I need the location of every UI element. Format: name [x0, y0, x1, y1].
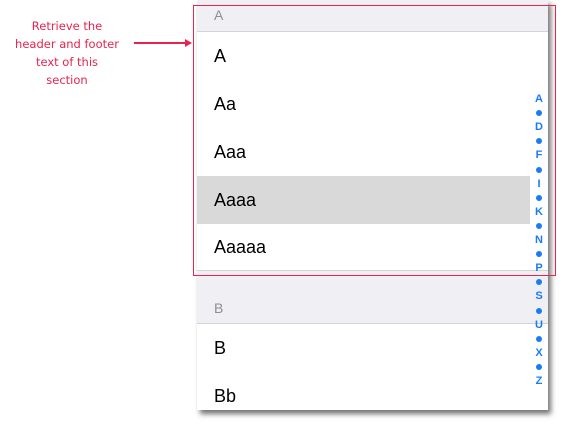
section-index[interactable]: ADF IKNPS UXZ — [531, 92, 547, 388]
section-footer-a — [197, 270, 548, 291]
table-row[interactable]: Aaaaa — [197, 224, 530, 270]
index-letter[interactable]: K — [535, 205, 543, 219]
index-letter[interactable]: N — [535, 233, 543, 247]
index-dot-icon[interactable] — [536, 335, 542, 342]
annotation-note: Retrieve the header and footer text of t… — [2, 17, 132, 89]
index-letter[interactable]: A — [535, 92, 543, 106]
index-dot-icon[interactable] — [536, 222, 542, 229]
index-letter[interactable]: X — [535, 346, 542, 360]
annotation-arrow-icon — [134, 39, 192, 46]
index-dot-icon[interactable] — [536, 138, 542, 145]
index-letter[interactable]: U — [535, 318, 543, 332]
index-dot-icon[interactable] — [536, 279, 542, 286]
table-row-selected[interactable]: Aaaa — [197, 176, 530, 224]
annotation-line: section — [46, 73, 88, 87]
index-letter[interactable]: F — [536, 148, 543, 162]
index-dot-icon[interactable] — [536, 363, 542, 370]
index-dot-icon[interactable] — [536, 166, 542, 173]
table-row[interactable]: A — [197, 32, 530, 80]
table-row[interactable]: Aaa — [197, 128, 530, 176]
index-dot-icon[interactable] — [536, 251, 542, 258]
index-dot-icon[interactable] — [536, 194, 542, 201]
annotation-line: Retrieve the — [31, 19, 103, 33]
index-letter[interactable]: S — [535, 289, 542, 303]
index-dot-icon[interactable] — [536, 307, 542, 314]
section-header-b: B — [197, 290, 548, 324]
table-row[interactable]: B — [197, 324, 530, 372]
index-letter[interactable]: D — [535, 120, 543, 134]
index-letter[interactable]: I — [537, 177, 540, 191]
table-row[interactable]: Bb — [197, 372, 530, 410]
index-letter[interactable]: P — [535, 261, 542, 275]
annotation-line: header and footer — [15, 37, 119, 51]
section-header-a: A — [197, 0, 548, 32]
table-view[interactable]: A A Aa Aaa Aaaa Aaaaa B B Bb ADFIKNPSUXZ — [197, 0, 548, 410]
table-row[interactable]: Aa — [197, 80, 530, 128]
annotation-line: text of this — [35, 55, 99, 69]
index-dot-icon[interactable] — [536, 110, 542, 117]
index-letter[interactable]: Z — [536, 374, 543, 388]
